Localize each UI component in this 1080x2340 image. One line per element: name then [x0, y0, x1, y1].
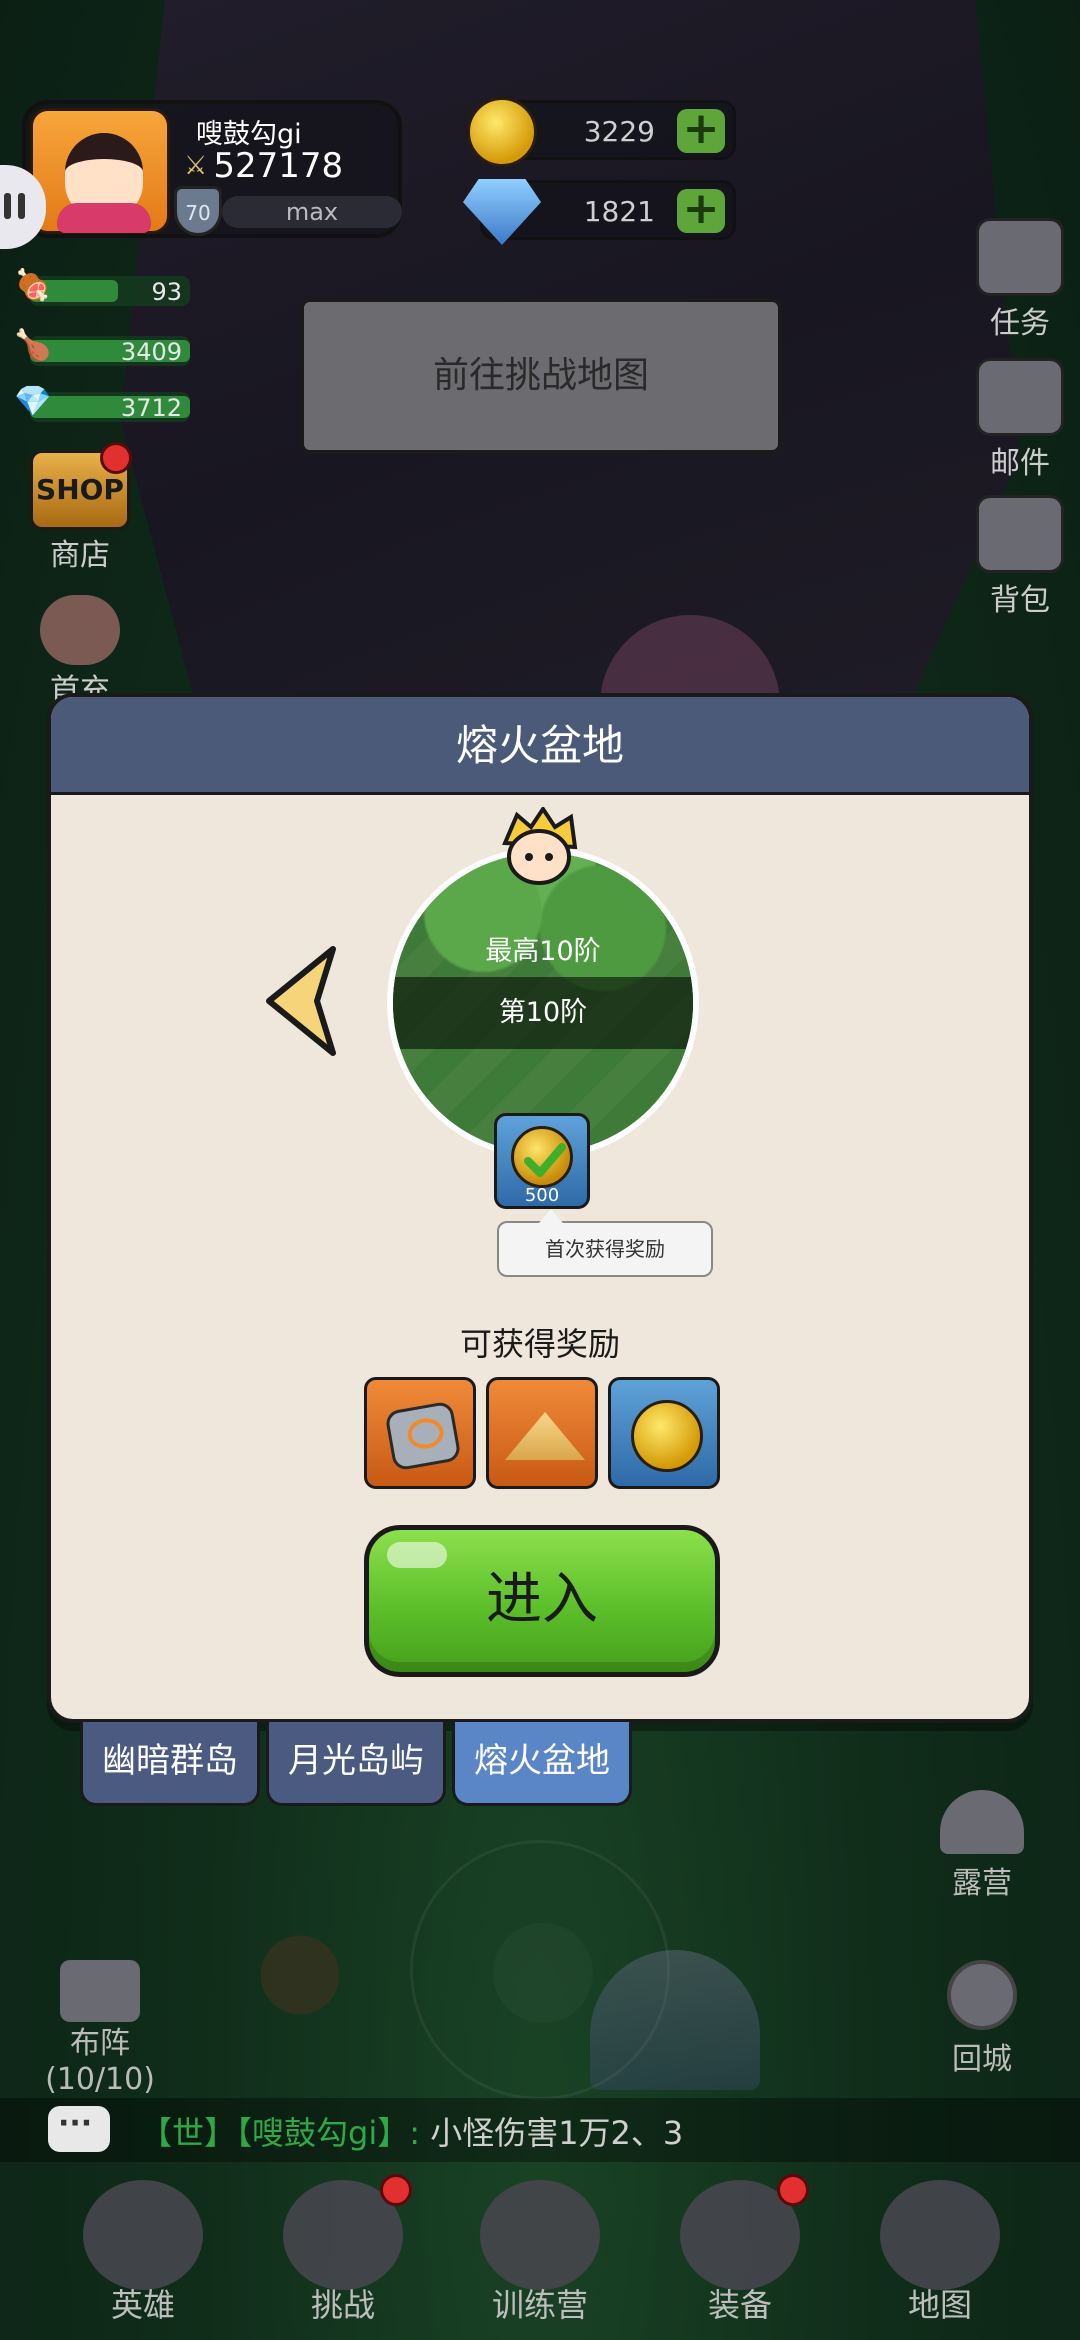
nav-label: 挑战 — [310, 2286, 375, 2324]
chat-message: 【世】【嗖鼓勾gi】: 小怪伤害1万2、3 — [140, 2108, 683, 2154]
power-value: ⚔ 527178 — [184, 146, 343, 186]
checkmark-coin-icon — [511, 1126, 573, 1188]
return-town-button[interactable]: 回城 — [932, 1960, 1032, 2078]
gold-coin-icon — [631, 1400, 703, 1472]
nav-challenge[interactable]: 挑战 — [268, 2170, 418, 2326]
backpack-icon — [976, 495, 1064, 573]
chess-pieces-icon — [60, 1960, 140, 2022]
reward-item[interactable] — [608, 1377, 720, 1489]
formation-button[interactable]: 布阵 (10/10) — [30, 1960, 170, 2098]
notification-dot — [777, 2174, 809, 2206]
meat-icon: 🍖 — [14, 268, 52, 303]
resource-crystal: 💎 3712 — [14, 384, 190, 422]
diamond-counter: 1821 + — [463, 179, 736, 245]
avatar-robe — [57, 203, 151, 233]
best-stage-label: 最高10阶 — [485, 936, 601, 967]
sword-icon: ⚔ — [184, 151, 208, 181]
player-profile[interactable]: 嗖鼓勾gi ⚔ 527178 70 max — [22, 100, 402, 238]
nav-label: 英雄 — [110, 2286, 175, 2324]
camp-button[interactable]: 露营 — [932, 1790, 1032, 1902]
stage-select-dialog: 熔火盆地 最高10阶 第10阶 500 首次获得奖励 可获得奖励 进入 — [47, 693, 1033, 1723]
gold-value: 3229 — [583, 115, 655, 148]
level-badge: 70 — [174, 186, 222, 236]
ore-icon — [384, 1400, 462, 1472]
mail-button[interactable]: 邮件 — [970, 358, 1070, 482]
first-clear-reward[interactable]: 500 — [494, 1113, 590, 1209]
calendar-check-icon — [976, 218, 1064, 296]
heroes-icon — [83, 2180, 203, 2290]
chat-bubble-icon[interactable] — [48, 2106, 110, 2152]
envelope-icon — [976, 358, 1064, 436]
add-gold-button[interactable]: + — [677, 107, 725, 153]
go-to-challenge-map-button[interactable]: 前往挑战地图 — [300, 298, 782, 454]
exp-bar: max — [222, 196, 402, 228]
nav-map[interactable]: 地图 — [865, 2170, 1015, 2326]
chat-bar[interactable]: 【世】【嗖鼓勾gi】: 小怪伤害1万2、3 — [0, 2098, 1080, 2162]
resource-meat: 🍖 93 — [14, 268, 190, 306]
previous-arrow-icon[interactable] — [261, 945, 341, 1057]
tasks-label: 任务 — [990, 306, 1050, 341]
camp-label: 露营 — [952, 1866, 1012, 1901]
gold-counter: 3229 + — [467, 97, 736, 167]
nav-label: 地图 — [907, 2286, 972, 2324]
shop-label: 商店 — [50, 538, 110, 573]
current-stage-label: 第10阶 — [393, 977, 693, 1049]
tab-moonlight-isle[interactable]: 月光岛屿 — [266, 1722, 446, 1806]
resource-drumstick: 🍗 3409 — [14, 328, 190, 366]
return-town-label: 回城 — [952, 2042, 1012, 2077]
gold-coin-icon — [467, 97, 537, 167]
sand-icon — [505, 1412, 585, 1460]
dialog-title: 熔火盆地 — [51, 697, 1029, 795]
notification-dot — [380, 2174, 412, 2206]
nav-label: 训练营 — [491, 2286, 588, 2324]
avatar[interactable] — [30, 108, 170, 234]
map-tabs: 幽暗群岛 月光岛屿 熔火盆地 — [80, 1722, 632, 1806]
shop-button[interactable]: SHOP 商店 — [20, 442, 140, 574]
first-recharge-button[interactable]: 首充 — [20, 595, 140, 709]
nav-label: 装备 — [707, 2286, 772, 2324]
reward-item[interactable] — [486, 1377, 598, 1489]
nav-equipment[interactable]: 装备 — [665, 2170, 815, 2326]
resource-value: 3712 — [120, 394, 182, 422]
mail-label: 邮件 — [990, 446, 1050, 481]
tent-icon — [940, 1790, 1024, 1854]
resource-value: 3409 — [120, 338, 182, 366]
reward-list — [364, 1377, 720, 1489]
reward-item[interactable] — [364, 1377, 476, 1489]
tasks-button[interactable]: 任务 — [970, 218, 1070, 342]
formation-count: (10/10) — [45, 2062, 155, 2097]
drumstick-icon: 🍗 — [14, 328, 52, 363]
add-diamond-button[interactable]: + — [677, 187, 725, 233]
portal-icon — [947, 1960, 1017, 2030]
enter-button[interactable]: 进入 — [364, 1525, 720, 1677]
chat-channel: 【世】 — [140, 2114, 237, 2152]
resource-value: 93 — [151, 278, 182, 306]
chat-sender: 【嗖鼓勾gi】: — [236, 2114, 421, 2152]
first-reward-tooltip: 首次获得奖励 — [497, 1209, 713, 1277]
nav-heroes[interactable]: 英雄 — [68, 2170, 218, 2326]
chat-text: 小怪伤害1万2、3 — [430, 2114, 684, 2152]
power-number: 527178 — [213, 146, 344, 186]
bag-button[interactable]: 背包 — [970, 495, 1070, 619]
map-scroll-icon — [880, 2180, 1000, 2290]
crystal-icon: 💎 — [14, 384, 52, 419]
formation-label: 布阵 — [70, 2026, 130, 2061]
diamond-value: 1821 — [583, 195, 655, 228]
hero-portrait-icon — [40, 595, 120, 665]
target-icon — [480, 2180, 600, 2290]
rewards-title: 可获得奖励 — [459, 1325, 620, 1363]
notification-dot — [100, 442, 132, 474]
first-reward-count: 500 — [524, 1185, 560, 1206]
tab-molten-basin[interactable]: 熔火盆地 — [452, 1722, 632, 1806]
tab-dark-islands[interactable]: 幽暗群岛 — [80, 1722, 260, 1806]
bottom-navigation: 英雄 挑战 训练营 装备 地图 — [0, 2170, 1080, 2340]
nav-training-camp[interactable]: 训练营 — [465, 2170, 615, 2326]
hero-head-icon — [502, 807, 578, 885]
bag-label: 背包 — [990, 583, 1050, 618]
